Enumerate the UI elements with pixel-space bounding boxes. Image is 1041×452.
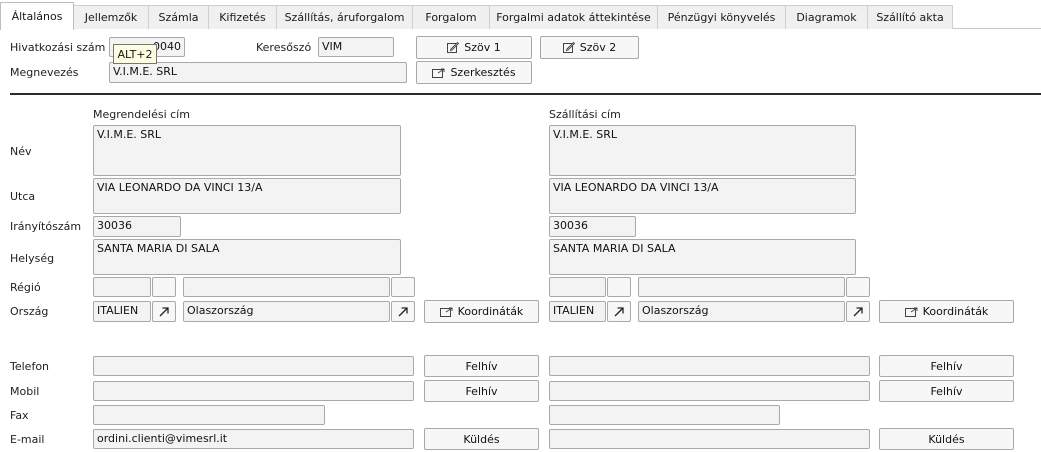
- text1-button-label: Szöv 1: [464, 41, 501, 54]
- mobile-row-label: Mobil: [10, 385, 40, 398]
- order-email-send-button[interactable]: Küldés: [424, 428, 539, 450]
- separator-line: [10, 93, 1041, 95]
- name-field[interactable]: V.I.M.E. SRL: [109, 62, 407, 83]
- delivery-country-code-field[interactable]: ITALIEN: [549, 301, 606, 322]
- edit-note-icon: [562, 42, 575, 53]
- delivery-name-field[interactable]: V.I.M.E. SRL: [549, 125, 856, 176]
- search-word-field[interactable]: VIM: [318, 37, 394, 57]
- delivery-region-open-button[interactable]: [846, 277, 870, 297]
- open-window-icon: [432, 68, 445, 78]
- order-country-open-button[interactable]: [391, 301, 415, 322]
- tab-financial-accounting[interactable]: Pénzügyi könyvelés: [657, 5, 786, 29]
- delivery-email-send-button[interactable]: Küldés: [879, 428, 1014, 450]
- order-mobile-field[interactable]: [93, 381, 414, 401]
- order-country-name-field[interactable]: Olaszország: [183, 301, 390, 322]
- delivery-phone-field[interactable]: [549, 356, 870, 376]
- tab-general[interactable]: Általános: [0, 2, 74, 30]
- order-email-field[interactable]: ordini.clienti@vimesrl.it: [93, 429, 414, 449]
- delivery-region-name-field[interactable]: [638, 277, 845, 297]
- tab-shipping[interactable]: Szállítás, áruforgalom: [276, 5, 413, 29]
- arrow-up-right-icon: [159, 306, 169, 317]
- delivery-mobile-call-button[interactable]: Felhív: [879, 380, 1014, 402]
- delivery-address-heading: Szállítási cím: [549, 108, 621, 121]
- delivery-email-field[interactable]: [549, 429, 870, 449]
- order-city-field[interactable]: SANTA MARIA DI SALA: [93, 239, 401, 275]
- tab-bar: Általános Jellemzők Számla Kifizetés Szá…: [0, 0, 1041, 30]
- delivery-mobile-field[interactable]: [549, 381, 870, 401]
- order-phone-field[interactable]: [93, 356, 414, 376]
- open-window-icon: [904, 307, 918, 317]
- tab-turnover-overview[interactable]: Forgalmi adatok áttekintése: [489, 5, 658, 29]
- tab-supplier-file[interactable]: Szállító akta: [867, 5, 953, 29]
- order-region-lookup-button[interactable]: [152, 277, 176, 297]
- country-row-label: Ország: [10, 305, 49, 318]
- order-street-field[interactable]: VIA LEONARDO DA VINCI 13/A: [93, 178, 401, 214]
- order-region-code-field[interactable]: [93, 277, 151, 297]
- tab-invoice[interactable]: Számla: [148, 5, 209, 29]
- delivery-zip-field[interactable]: 30036: [549, 216, 636, 237]
- region-row-label: Régió: [10, 281, 41, 294]
- arrow-up-right-icon: [398, 306, 408, 317]
- delivery-country-name-field[interactable]: Olaszország: [638, 301, 845, 322]
- tab-payment[interactable]: Kifizetés: [208, 5, 277, 29]
- email-row-label: E-mail: [10, 433, 45, 446]
- delivery-coordinates-label: Koordináták: [922, 305, 989, 318]
- open-window-icon: [439, 307, 453, 317]
- delivery-region-lookup-button[interactable]: [607, 277, 631, 297]
- order-region-name-field[interactable]: [183, 277, 390, 297]
- text2-button[interactable]: Szöv 2: [540, 36, 639, 59]
- text2-button-label: Szöv 2: [579, 41, 617, 54]
- order-name-field[interactable]: V.I.M.E. SRL: [93, 125, 401, 176]
- city-row-label: Helység: [10, 252, 55, 265]
- delivery-region-code-field[interactable]: [549, 277, 606, 297]
- arrow-up-right-icon: [614, 306, 624, 317]
- search-word-label: Keresőszó: [256, 41, 312, 54]
- zip-row-label: Irányítószám: [10, 220, 82, 233]
- name-label: Megnevezés: [10, 66, 79, 79]
- name-row-label: Név: [10, 145, 32, 158]
- phone-row-label: Telefon: [10, 360, 50, 373]
- delivery-country-open-button[interactable]: [846, 301, 870, 322]
- delivery-street-field[interactable]: VIA LEONARDO DA VINCI 13/A: [549, 178, 856, 214]
- order-fax-field[interactable]: [93, 405, 325, 425]
- delivery-country-jump-button[interactable]: [607, 301, 631, 322]
- ref-number-label: Hivatkozási szám: [10, 41, 106, 54]
- order-region-open-button[interactable]: [391, 277, 415, 297]
- text1-button[interactable]: Szöv 1: [416, 36, 532, 59]
- tab-turnover[interactable]: Forgalom: [412, 5, 490, 29]
- order-coordinates-button[interactable]: Koordináták: [424, 300, 539, 323]
- delivery-city-field[interactable]: SANTA MARIA DI SALA: [549, 239, 856, 275]
- order-country-code-field[interactable]: ITALIEN: [93, 301, 151, 322]
- delivery-phone-call-button[interactable]: Felhív: [879, 355, 1014, 377]
- arrow-up-right-icon: [853, 306, 863, 317]
- edit-button-label: Szerkesztés: [450, 66, 516, 79]
- edit-button[interactable]: Szerkesztés: [416, 61, 532, 84]
- order-mobile-call-button[interactable]: Felhív: [424, 380, 539, 402]
- edit-note-icon: [447, 42, 460, 53]
- fax-row-label: Fax: [10, 409, 29, 422]
- tab-properties[interactable]: Jellemzők: [73, 5, 149, 29]
- order-zip-field[interactable]: 30036: [93, 216, 181, 237]
- delivery-fax-field[interactable]: [549, 405, 780, 425]
- shortcut-tooltip: ALT+2: [113, 44, 157, 64]
- street-row-label: Utca: [10, 190, 36, 203]
- tab-diagrams[interactable]: Diagramok: [785, 5, 868, 29]
- order-address-heading: Megrendelési cím: [93, 108, 190, 121]
- delivery-coordinates-button[interactable]: Koordináták: [879, 300, 1014, 323]
- order-country-jump-button[interactable]: [152, 301, 176, 322]
- order-coordinates-label: Koordináták: [457, 305, 524, 318]
- order-phone-call-button[interactable]: Felhív: [424, 355, 539, 377]
